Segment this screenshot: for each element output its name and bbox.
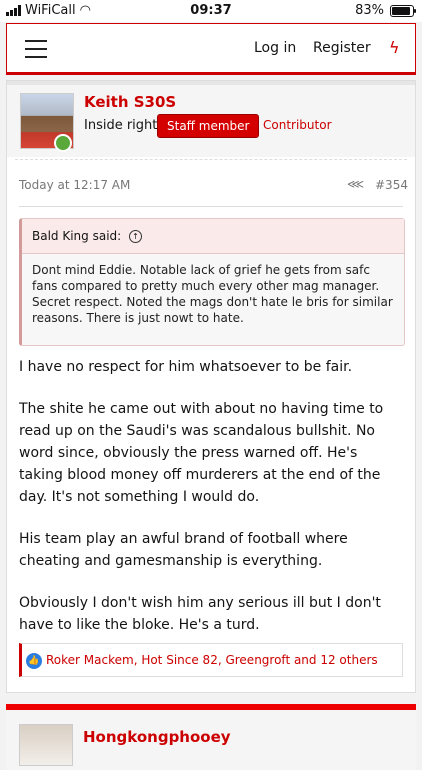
- username[interactable]: Hongkongphooey: [83, 728, 231, 746]
- post-paragraph: I have no respect for him whatsoever to …: [19, 359, 353, 375]
- status-right: 83%: [355, 3, 416, 18]
- divider: [15, 159, 407, 160]
- next-post-header: Hongkongphooey: [6, 710, 416, 770]
- share-icon[interactable]: ⋘: [347, 177, 364, 191]
- quote-header[interactable]: Bald King said: ↑: [22, 219, 404, 254]
- arrow-up-icon[interactable]: ↑: [129, 230, 143, 243]
- username[interactable]: Keith S30S: [84, 93, 176, 111]
- post-paragraph: Obviously I don't wish him any serious i…: [19, 595, 381, 633]
- bolt-icon[interactable]: ϟ: [389, 38, 400, 57]
- post-number[interactable]: #354: [375, 178, 408, 192]
- divider: [19, 206, 403, 207]
- like-icon: 👍: [26, 652, 42, 669]
- quote-text: Dont mind Eddie. Notable lack of grief h…: [32, 263, 393, 325]
- post-date[interactable]: Today at 12:17 AM: [19, 178, 130, 192]
- quote-author[interactable]: Bald King said:: [32, 229, 121, 243]
- user-title: Inside right: [84, 118, 158, 133]
- staff-badge: Staff member: [157, 114, 260, 138]
- post-paragraph: The shite he came out with about no havi…: [19, 401, 384, 505]
- post-354: Keith S30S Inside right Staff member Con…: [6, 80, 416, 693]
- quote-block: Bald King said: ↑ Dont mind Eddie. Notab…: [19, 218, 405, 346]
- reactions-bar[interactable]: 👍 Roker Mackem, Hot Since 82, Greengroft …: [19, 643, 403, 677]
- battery-percent: 83%: [355, 3, 384, 18]
- register-link[interactable]: Register: [313, 40, 371, 56]
- user-header: Keith S30S Inside right Staff member Con…: [7, 85, 415, 157]
- avatar[interactable]: [19, 724, 73, 766]
- post-body: I have no respect for him whatsoever to …: [19, 356, 399, 656]
- top-navbar: Log in Register ϟ: [6, 23, 416, 75]
- next-post: Hongkongphooey: [6, 704, 416, 770]
- post-paragraph: His team play an awful brand of football…: [19, 531, 348, 569]
- status-bar: WiFiCall ◠ 09:37 83%: [0, 0, 422, 22]
- login-link[interactable]: Log in: [254, 40, 296, 56]
- menu-icon[interactable]: [25, 40, 47, 58]
- reactions-list[interactable]: Roker Mackem, Hot Since 82, Greengroft a…: [46, 653, 378, 667]
- battery-icon: [390, 4, 416, 17]
- online-indicator-icon: [54, 134, 72, 152]
- contributor-label: Contributor: [263, 118, 332, 132]
